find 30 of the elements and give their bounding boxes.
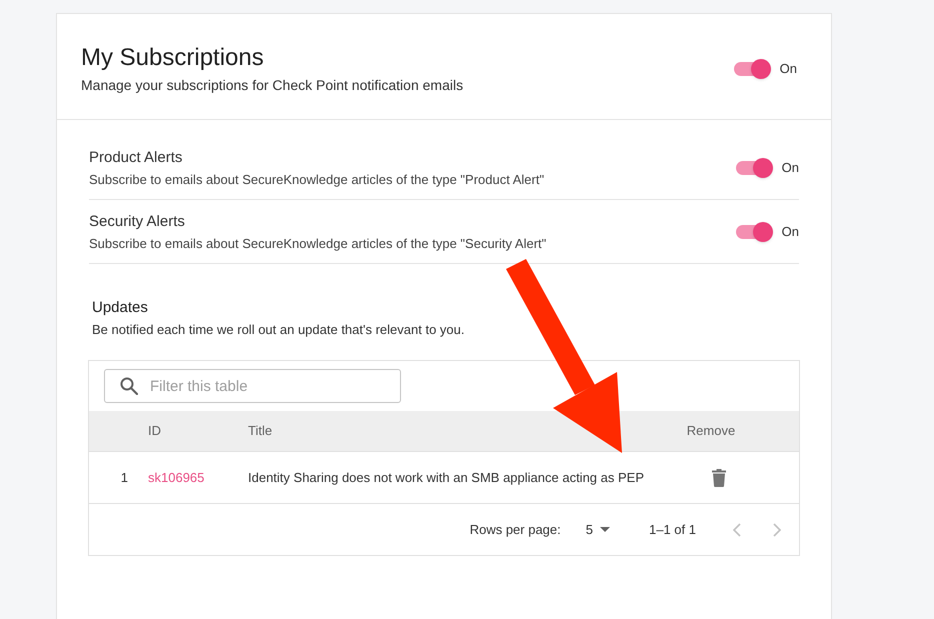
toggle-label: On	[780, 60, 797, 78]
toggle-label: On	[782, 159, 799, 177]
rows-per-page-select[interactable]: 5	[586, 520, 610, 540]
row-number: 1	[120, 470, 128, 485]
subscription-title: Product Alerts	[89, 148, 182, 168]
caret-down-icon	[600, 527, 610, 532]
page-range: 1–1 of 1	[649, 520, 696, 539]
section-description: Be notified each time we roll out an update that's relevant to you.	[92, 321, 464, 339]
toggle-switch[interactable]	[734, 58, 771, 78]
page-subtitle: Manage your subscriptions for Check Point notification emails	[81, 76, 464, 95]
filter-field[interactable]: Filter this table	[104, 369, 401, 403]
chevron-right-icon	[773, 522, 781, 536]
article-id-link[interactable]: sk106965	[148, 470, 204, 485]
table-cell: Identity Sharing does not work with an SMB appliance acting as PEP	[248, 470, 644, 485]
column-header: Remove	[686, 423, 736, 438]
subscription-title: Security Alerts	[89, 212, 185, 232]
remove-button[interactable]	[712, 468, 726, 486]
section-title: Updates	[92, 298, 148, 318]
rows-per-page-label: Rows per page:	[470, 520, 561, 539]
column-header: ID	[148, 423, 161, 438]
column-header: Title	[248, 423, 272, 438]
toggle-label: On	[782, 223, 799, 241]
toggle-switch[interactable]	[736, 222, 773, 242]
page-title: My Subscriptions	[81, 43, 264, 73]
subscription-description: Subscribe to emails about SecureKnowledge articles of the type "Security Alert"	[89, 235, 546, 253]
trash-icon	[712, 468, 726, 486]
subscription-description: Subscribe to emails about SecureKnowledge articles of the type "Product Alert"	[89, 171, 544, 189]
toggle-switch[interactable]	[736, 158, 773, 178]
search-icon	[120, 377, 138, 395]
chevron-left-icon	[733, 522, 741, 536]
